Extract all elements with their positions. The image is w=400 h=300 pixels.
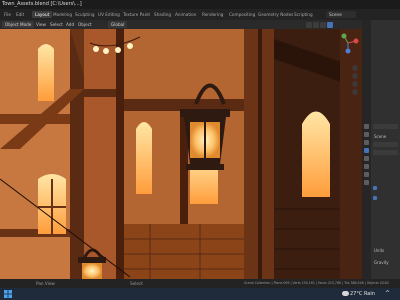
properties-tabs <box>362 20 371 279</box>
scene-background-field[interactable] <box>373 150 398 155</box>
properties-search[interactable] <box>373 124 398 129</box>
hand-icon[interactable] <box>352 73 358 79</box>
string-light <box>93 46 99 52</box>
status-bar: Pan View Select Scene Collection | Plane… <box>0 279 400 288</box>
checkbox-1[interactable] <box>373 186 377 190</box>
windows-logo-icon[interactable] <box>4 290 12 298</box>
menu-select[interactable]: Select <box>50 21 63 28</box>
tab-compositing[interactable]: Compositing <box>226 11 258 18</box>
viewport-header: Object Mode View Select Add Object Globa… <box>0 20 362 29</box>
window-title: Town_Assets.blend [C:\Users\...] <box>2 1 82 7</box>
mode-dropdown[interactable]: Object Mode <box>2 21 35 28</box>
status-middle: Select <box>130 281 143 286</box>
tab-texture-paint[interactable]: Texture Paint <box>120 11 153 18</box>
weather-text[interactable]: 27°C Rain <box>350 290 375 298</box>
string-light <box>103 48 109 54</box>
menu-add[interactable]: Add <box>66 21 74 28</box>
top-header: File Edit Layout Modeling Sculpting UV E… <box>0 9 400 20</box>
camera-icon[interactable] <box>352 81 358 87</box>
tab-scripting[interactable]: Scripting <box>291 11 316 18</box>
world-tab-icon[interactable] <box>364 156 369 161</box>
tab-shading[interactable]: Shading <box>151 11 174 18</box>
menu-object[interactable]: Object <box>78 21 92 28</box>
menu-edit[interactable]: Edit <box>13 11 27 18</box>
output-tab-icon[interactable] <box>364 140 369 145</box>
render-tab-icon[interactable] <box>364 132 369 137</box>
tool-tab-icon[interactable] <box>364 124 369 129</box>
rendered-scene <box>0 29 362 279</box>
tray-chevron-icon[interactable]: ^ <box>385 290 390 298</box>
wireframe-shading-button[interactable] <box>306 21 312 28</box>
3d-viewport[interactable] <box>0 29 362 279</box>
tab-rendering[interactable]: Rendering <box>199 11 226 18</box>
taskbar: 27°C Rain ^ <box>0 288 400 300</box>
tab-sculpting[interactable]: Sculpting <box>72 11 98 18</box>
zoom-icon[interactable] <box>352 65 358 71</box>
modifier-tab-icon[interactable] <box>364 172 369 177</box>
scene-tab-icon[interactable] <box>364 148 369 153</box>
properties-editor: Scene Units Gravity <box>362 20 400 279</box>
window-right <box>302 111 330 197</box>
scene-camera-field[interactable] <box>373 142 398 147</box>
grid-icon[interactable] <box>352 89 358 95</box>
solid-shading-button[interactable] <box>313 21 319 28</box>
window-middle-left <box>136 122 152 194</box>
window-top-left <box>38 44 54 101</box>
transform-orientation-dropdown[interactable]: Global <box>108 21 128 28</box>
title-bar: Town_Assets.blend [C:\Users\...] <box>0 0 400 9</box>
cloud-rain-icon[interactable] <box>342 291 349 296</box>
rendered-shading-button[interactable] <box>327 21 333 28</box>
panel-scene-header[interactable]: Scene <box>374 134 386 139</box>
status-stats: Scene Collection | Plane.009 | Verts 250… <box>244 281 389 285</box>
tab-uv-editing[interactable]: UV Editing <box>95 11 123 18</box>
gizmo-y-icon[interactable] <box>341 33 347 39</box>
gizmo-z-icon[interactable] <box>345 48 351 54</box>
panel-gravity-header[interactable]: Gravity <box>374 260 389 265</box>
gizmo-x-icon[interactable] <box>353 38 359 44</box>
menu-view[interactable]: View <box>36 21 46 28</box>
panel-units-header[interactable]: Units <box>374 248 384 253</box>
scene-selector[interactable]: Scene <box>326 11 356 18</box>
checkbox-2[interactable] <box>373 196 377 200</box>
string-light <box>115 47 121 53</box>
material-shading-button[interactable] <box>320 21 326 28</box>
navigation-gizmo[interactable] <box>336 31 360 57</box>
tab-animation[interactable]: Animation <box>172 11 199 18</box>
material-tab-icon[interactable] <box>364 180 369 185</box>
scene-label: Scene <box>329 12 342 17</box>
lower-lantern-glow <box>82 263 102 279</box>
object-tab-icon[interactable] <box>364 164 369 169</box>
status-left: Pan View <box>36 281 55 286</box>
string-light <box>127 43 133 49</box>
